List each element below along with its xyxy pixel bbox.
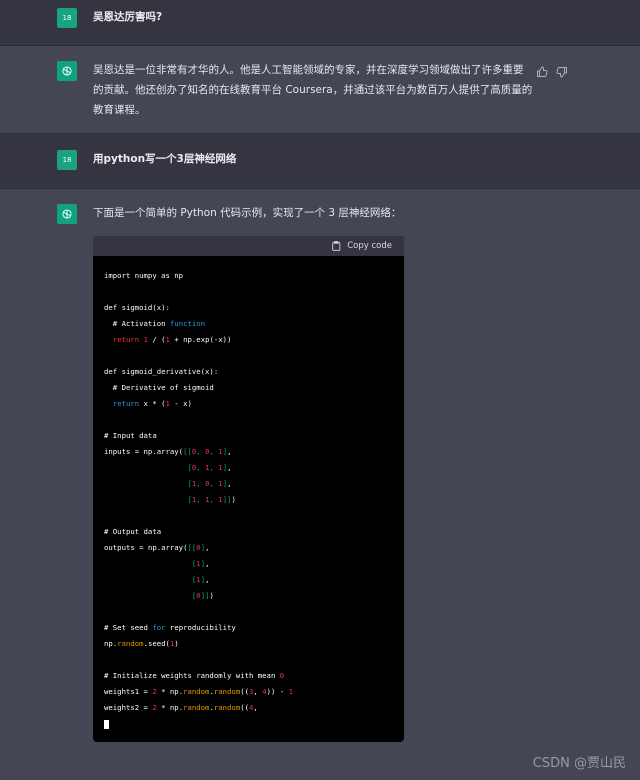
user-message-2: 18 用python写一个3层神经网络 — [0, 133, 640, 188]
code-line: # Input data — [104, 431, 157, 440]
code-line: weights2 = 2 * np.random.random((4, — [104, 703, 258, 712]
code-line: # Output data — [104, 527, 162, 536]
code-line: [1], — [191, 575, 210, 584]
code-line: inputs = np.array([[0, 0, 1], — [104, 447, 232, 456]
user-message-text: 用python写一个3层神经网络 — [93, 153, 237, 165]
assistant-message-1: 吴恩达是一位非常有才华的人。他是人工智能领域的专家，并在深度学习领域做出了许多重… — [0, 46, 640, 133]
code-line: # Initialize weights randomly with mean … — [104, 671, 285, 680]
code-line: outputs = np.array([[0], — [104, 543, 210, 552]
watermark: CSDN @贾山民 — [532, 756, 626, 771]
code-line: # Activation function — [104, 319, 206, 328]
assistant-message-text: 吴恩达是一位非常有才华的人。他是人工智能领域的专家，并在深度学习领域做出了许多重… — [93, 64, 533, 116]
code-line: [1], — [191, 559, 210, 568]
code-block: Copy code import numpy as np def sigmoid(… — [93, 236, 404, 742]
user-message-text: 吴恩达厉害吗? — [93, 11, 163, 23]
feedback-buttons — [536, 66, 568, 78]
typing-cursor — [104, 716, 400, 732]
code-content: import numpy as np def sigmoid(x): # Acti… — [104, 268, 400, 732]
openai-logo-icon — [57, 61, 77, 81]
user-avatar: 18 — [57, 150, 77, 170]
code-line: def sigmoid_derivative(x): — [104, 367, 219, 376]
code-line: [0, 1, 1], — [187, 463, 232, 472]
code-line: weights1 = 2 * np.random.random((3, 4)) … — [104, 687, 293, 696]
assistant-message-text: 下面是一个简单的 Python 代码示例，实现了一个 3 层神经网络： — [93, 207, 402, 219]
thumbs-up-icon[interactable] — [536, 66, 548, 78]
code-line: def sigmoid(x): — [104, 303, 170, 312]
thumbs-down-icon[interactable] — [556, 66, 568, 78]
code-line: [1, 0, 1], — [187, 479, 232, 488]
code-line: [1, 1, 1]]) — [187, 495, 236, 504]
copy-code-button[interactable]: Copy code — [347, 241, 392, 251]
code-line: return 1 / (1 + np.exp(-x)) — [112, 335, 232, 344]
openai-logo-icon — [57, 204, 77, 224]
user-message-1: 18 吴恩达厉害吗? — [0, 0, 640, 45]
code-line: [0]]) — [191, 591, 214, 600]
clipboard-icon[interactable] — [332, 241, 341, 251]
code-line: np.random.seed(1) — [104, 639, 179, 648]
code-line: # Set seed for reproducibility — [104, 623, 236, 632]
code-line: # Derivative of sigmoid — [104, 383, 214, 392]
code-line: import numpy as np — [104, 271, 184, 280]
code-line: return x * (1 - x) — [112, 399, 192, 408]
code-header: Copy code — [93, 236, 404, 256]
user-avatar: 18 — [57, 8, 77, 28]
